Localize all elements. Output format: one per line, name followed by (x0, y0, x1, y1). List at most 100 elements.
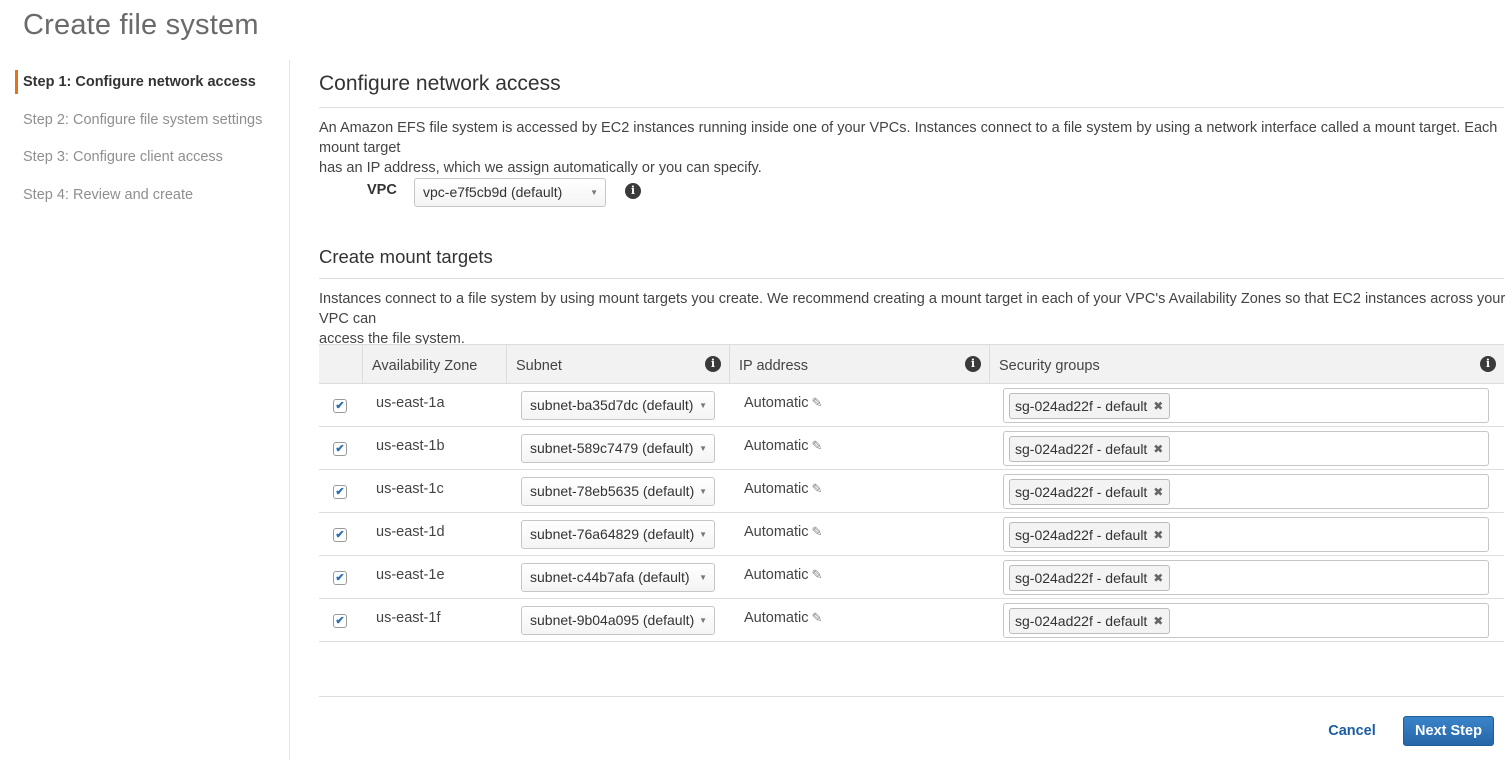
subnet-select[interactable]: subnet-78eb5635 (default) ▼ (521, 477, 715, 506)
caret-down-icon: ▼ (699, 530, 707, 539)
security-group-tag: sg-024ad22f - default ✖ (1009, 608, 1171, 634)
header-security-groups: Security groups (989, 345, 1504, 383)
security-group-tag: sg-024ad22f - default ✖ (1009, 436, 1171, 462)
remove-icon[interactable]: ✖ (1153, 609, 1163, 634)
remove-icon[interactable]: ✖ (1153, 437, 1163, 462)
check-icon: ✔ (335, 529, 345, 541)
subnet-select-value: subnet-78eb5635 (default) (530, 483, 695, 499)
table-row: ✔ us-east-1a subnet-ba35d7dc (default) ▼… (319, 384, 1504, 427)
footer-divider (319, 696, 1504, 697)
caret-down-icon: ▼ (699, 401, 707, 410)
mount-targets-title: Create mount targets (319, 246, 493, 267)
network-section-title: Configure network access (319, 72, 561, 95)
check-icon: ✔ (335, 443, 345, 455)
security-groups-input[interactable]: sg-024ad22f - default ✖ (1003, 603, 1489, 638)
ip-address-cell: Automatic ✎ (744, 610, 822, 626)
info-icon[interactable]: i (705, 356, 721, 372)
network-description-line: An Amazon EFS file system is accessed by… (319, 120, 1498, 156)
row-availability-zone: us-east-1d (376, 524, 445, 540)
sidebar-step-2[interactable]: Step 2: Configure file system settings (15, 108, 262, 132)
pencil-icon[interactable]: ✎ (811, 610, 822, 625)
row-availability-zone: us-east-1f (376, 610, 441, 626)
subnet-select[interactable]: subnet-76a64829 (default) ▼ (521, 520, 715, 549)
remove-icon[interactable]: ✖ (1153, 566, 1163, 591)
security-groups-input[interactable]: sg-024ad22f - default ✖ (1003, 517, 1489, 552)
row-checkbox[interactable]: ✔ (333, 399, 347, 413)
row-availability-zone: us-east-1a (376, 395, 445, 411)
pencil-icon[interactable]: ✎ (811, 481, 822, 496)
header-ip-label: IP address (739, 358, 809, 374)
security-groups-input[interactable]: sg-024ad22f - default ✖ (1003, 431, 1489, 466)
header-subnet-label: Subnet (516, 358, 562, 374)
row-checkbox[interactable]: ✔ (333, 528, 347, 542)
ip-address-cell: Automatic ✎ (744, 438, 822, 454)
network-description-line: has an IP address, which we assign autom… (319, 160, 762, 176)
subnet-select-value: subnet-589c7479 (default) (530, 440, 694, 456)
vpc-label: VPC (367, 182, 397, 198)
page-title: Create file system (23, 9, 259, 41)
section-divider (319, 107, 1504, 108)
ip-address-value: Automatic (744, 438, 809, 454)
mount-targets-description: Instances connect to a file system by us… (319, 289, 1509, 349)
ip-address-value: Automatic (744, 524, 809, 540)
next-step-button[interactable]: Next Step (1403, 716, 1494, 746)
sidebar-step-1[interactable]: Step 1: Configure network access (15, 70, 256, 94)
mount-targets-description-line: Instances connect to a file system by us… (319, 291, 1506, 327)
security-group-tag-label: sg-024ad22f - default (1015, 441, 1148, 457)
vpc-select-value: vpc-e7f5cb9d (default) (423, 184, 563, 200)
security-groups-input[interactable]: sg-024ad22f - default ✖ (1003, 388, 1489, 423)
remove-icon[interactable]: ✖ (1153, 523, 1163, 548)
pencil-icon[interactable]: ✎ (811, 438, 822, 453)
caret-down-icon: ▼ (699, 444, 707, 453)
check-icon: ✔ (335, 615, 345, 627)
remove-icon[interactable]: ✖ (1153, 394, 1163, 419)
security-group-tag-label: sg-024ad22f - default (1015, 570, 1148, 586)
security-groups-input[interactable]: sg-024ad22f - default ✖ (1003, 560, 1489, 595)
sidebar-step-4[interactable]: Step 4: Review and create (15, 183, 193, 207)
check-icon: ✔ (335, 486, 345, 498)
header-availability-zone: Availability Zone (362, 345, 507, 383)
subnet-select-value: subnet-76a64829 (default) (530, 526, 695, 542)
ip-address-cell: Automatic ✎ (744, 395, 822, 411)
info-icon[interactable]: i (1480, 356, 1496, 372)
subnet-select-value: subnet-9b04a095 (default) (530, 612, 695, 628)
security-groups-input[interactable]: sg-024ad22f - default ✖ (1003, 474, 1489, 509)
table-header: Availability Zone Subnet i IP address i … (319, 344, 1504, 384)
table-row: ✔ us-east-1f subnet-9b04a095 (default) ▼… (319, 599, 1504, 642)
subnet-select[interactable]: subnet-ba35d7dc (default) ▼ (521, 391, 715, 420)
remove-icon[interactable]: ✖ (1153, 480, 1163, 505)
wizard-sidebar: Step 1: Configure network access Step 2:… (0, 60, 290, 760)
row-checkbox[interactable]: ✔ (333, 571, 347, 585)
security-group-tag-label: sg-024ad22f - default (1015, 398, 1148, 414)
info-icon[interactable]: i (625, 183, 641, 199)
caret-down-icon: ▼ (699, 487, 707, 496)
security-group-tag: sg-024ad22f - default ✖ (1009, 393, 1171, 419)
subnet-select[interactable]: subnet-c44b7afa (default) ▼ (521, 563, 715, 592)
cancel-button[interactable]: Cancel (1322, 716, 1382, 746)
header-sg-label: Security groups (999, 358, 1100, 374)
caret-down-icon: ▼ (590, 188, 598, 197)
table-row: ✔ us-east-1c subnet-78eb5635 (default) ▼… (319, 470, 1504, 513)
table-row: ✔ us-east-1e subnet-c44b7afa (default) ▼… (319, 556, 1504, 599)
caret-down-icon: ▼ (699, 616, 707, 625)
row-checkbox[interactable]: ✔ (333, 614, 347, 628)
row-checkbox[interactable]: ✔ (333, 442, 347, 456)
table-row: ✔ us-east-1d subnet-76a64829 (default) ▼… (319, 513, 1504, 556)
pencil-icon[interactable]: ✎ (811, 524, 822, 539)
section-divider (319, 278, 1504, 279)
vpc-select[interactable]: vpc-e7f5cb9d (default) ▼ (414, 178, 606, 207)
subnet-select-value: subnet-c44b7afa (default) (530, 569, 690, 585)
table-row: ✔ us-east-1b subnet-589c7479 (default) ▼… (319, 427, 1504, 470)
subnet-select[interactable]: subnet-589c7479 (default) ▼ (521, 434, 715, 463)
subnet-select[interactable]: subnet-9b04a095 (default) ▼ (521, 606, 715, 635)
ip-address-value: Automatic (744, 395, 809, 411)
ip-address-cell: Automatic ✎ (744, 481, 822, 497)
security-group-tag: sg-024ad22f - default ✖ (1009, 565, 1171, 591)
pencil-icon[interactable]: ✎ (811, 567, 822, 582)
check-icon: ✔ (335, 572, 345, 584)
row-checkbox[interactable]: ✔ (333, 485, 347, 499)
info-icon[interactable]: i (965, 356, 981, 372)
pencil-icon[interactable]: ✎ (811, 395, 822, 410)
sidebar-step-3[interactable]: Step 3: Configure client access (15, 145, 223, 169)
ip-address-value: Automatic (744, 610, 809, 626)
